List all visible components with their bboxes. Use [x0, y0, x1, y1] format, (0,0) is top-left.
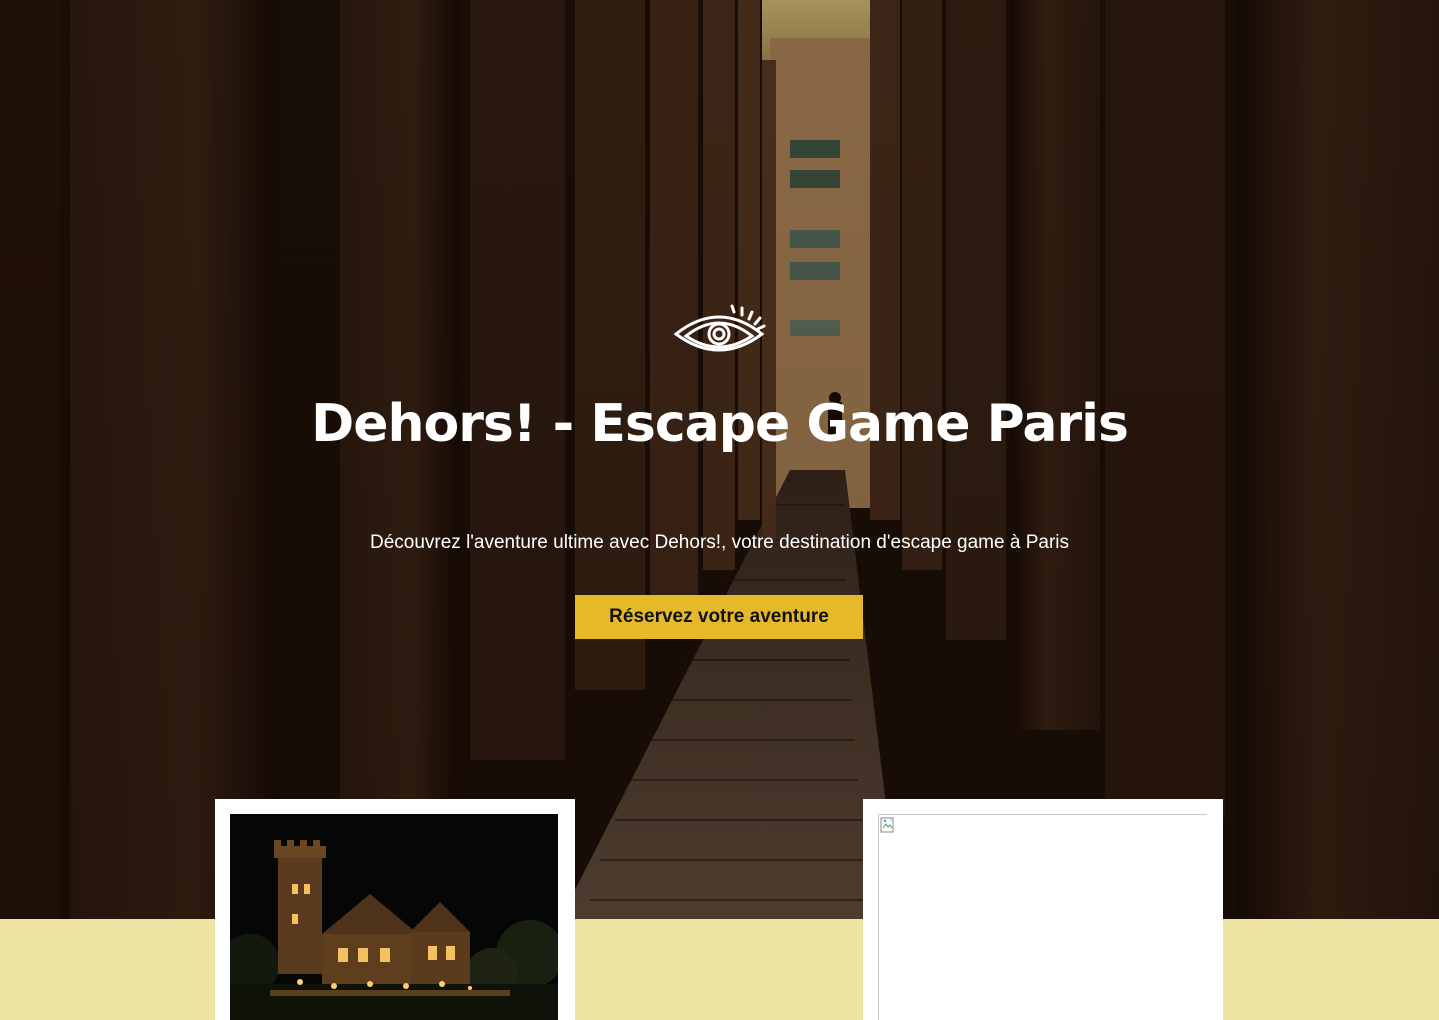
hero-subtitle: Découvrez l'aventure ultime avec Dehors!… — [369, 532, 1069, 553]
card-castle — [215, 799, 575, 1020]
book-adventure-button[interactable]: Réservez votre aventure — [575, 595, 863, 639]
page: Dehors! - Escape Game Paris Découvrez l'… — [0, 0, 1439, 1020]
hero-content: Dehors! - Escape Game Paris Découvrez l'… — [0, 0, 1439, 919]
broken-image-icon — [880, 817, 894, 833]
eye-icon — [673, 304, 766, 352]
hero-section: Dehors! - Escape Game Paris Découvrez l'… — [0, 0, 1439, 919]
image-placeholder — [878, 814, 1207, 1020]
card-image-placeholder — [863, 799, 1223, 1020]
page-title: Dehors! - Escape Game Paris — [311, 394, 1129, 454]
castle-night-photo — [230, 814, 558, 1020]
